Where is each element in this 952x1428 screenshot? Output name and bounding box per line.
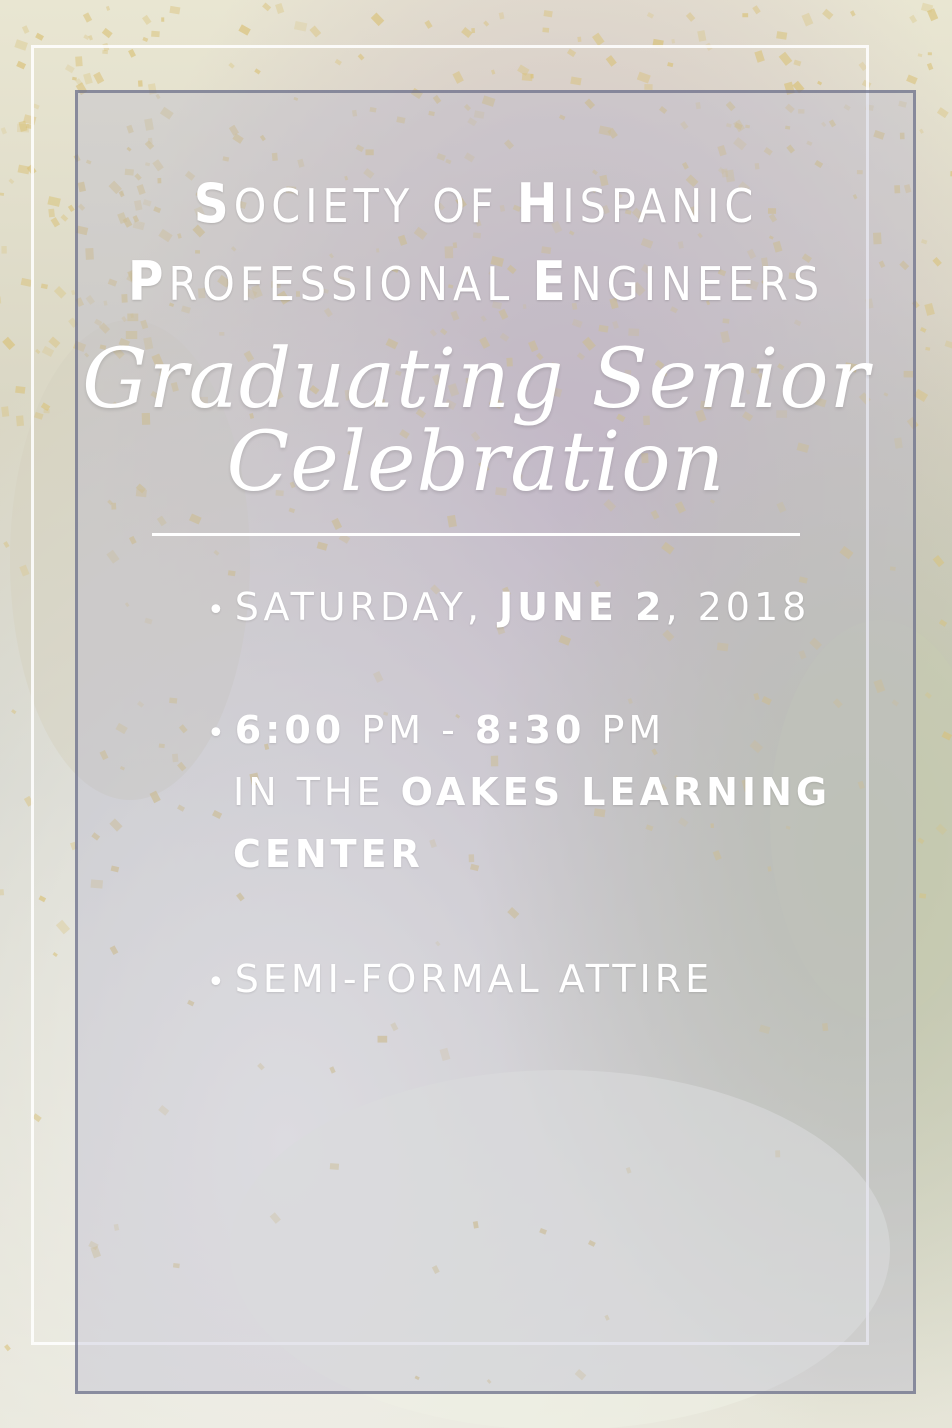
bullet-icon: • (207, 965, 225, 1000)
time-start-pm: PM - (345, 708, 475, 752)
divider-line (152, 533, 800, 536)
date-suffix: , 2018 (665, 585, 811, 629)
org-name-line-1: SOCIETY OF HISPANIC (0, 172, 952, 238)
location-line-2: CENTER (233, 830, 424, 878)
attire-text: SEMI-FORMAL ATTIRE (234, 957, 714, 1001)
confetti-speck (927, 52, 932, 56)
confetti-speck (151, 30, 160, 38)
sc-1-1: OCIETY OF (233, 179, 517, 233)
location-name: OAKES LEARNING (400, 770, 832, 814)
sc-1-3: ISPANIC (562, 179, 759, 233)
time-line: • 6:00 PM - 8:30 PM (207, 706, 665, 758)
sc-2-2: E (532, 250, 571, 313)
date-prefix: SATURDAY, (234, 585, 500, 629)
date-bold: JUNE 2 (499, 585, 666, 629)
bullet-icon: • (207, 593, 225, 628)
time-start: 6:00 (234, 708, 346, 752)
location-name-cont: CENTER (233, 832, 424, 876)
confetti-speck (919, 893, 927, 899)
time-end: 8:30 (474, 708, 586, 752)
event-title-line-1: Graduating Senior (82, 332, 870, 427)
bullet-icon: • (207, 716, 225, 751)
confetti-speck (161, 17, 165, 22)
sc-2-3: NGINEERS (570, 257, 825, 311)
confetti-speck (471, 27, 476, 34)
time-end-pm: PM (585, 708, 666, 752)
org-name-line-2: PROFESSIONAL ENGINEERS (0, 250, 952, 316)
confetti-speck (542, 27, 550, 33)
date-line: • SATURDAY, JUNE 2, 2018 (207, 583, 810, 635)
confetti-speck (577, 36, 582, 43)
event-title-line-2: Celebration (226, 415, 726, 510)
attire-line: • SEMI-FORMAL ATTIRE (207, 955, 713, 1007)
sc-1-0: S (193, 172, 234, 235)
sc-1-2: H (516, 172, 563, 235)
location-prefix: IN THE (233, 770, 401, 814)
confetti-speck (742, 13, 749, 18)
sc-2-1: ROFESSIONAL (168, 257, 533, 311)
sc-2-0: P (127, 250, 169, 313)
location-line-1: IN THE OAKES LEARNING (233, 768, 831, 816)
confetti-speck (0, 889, 5, 896)
